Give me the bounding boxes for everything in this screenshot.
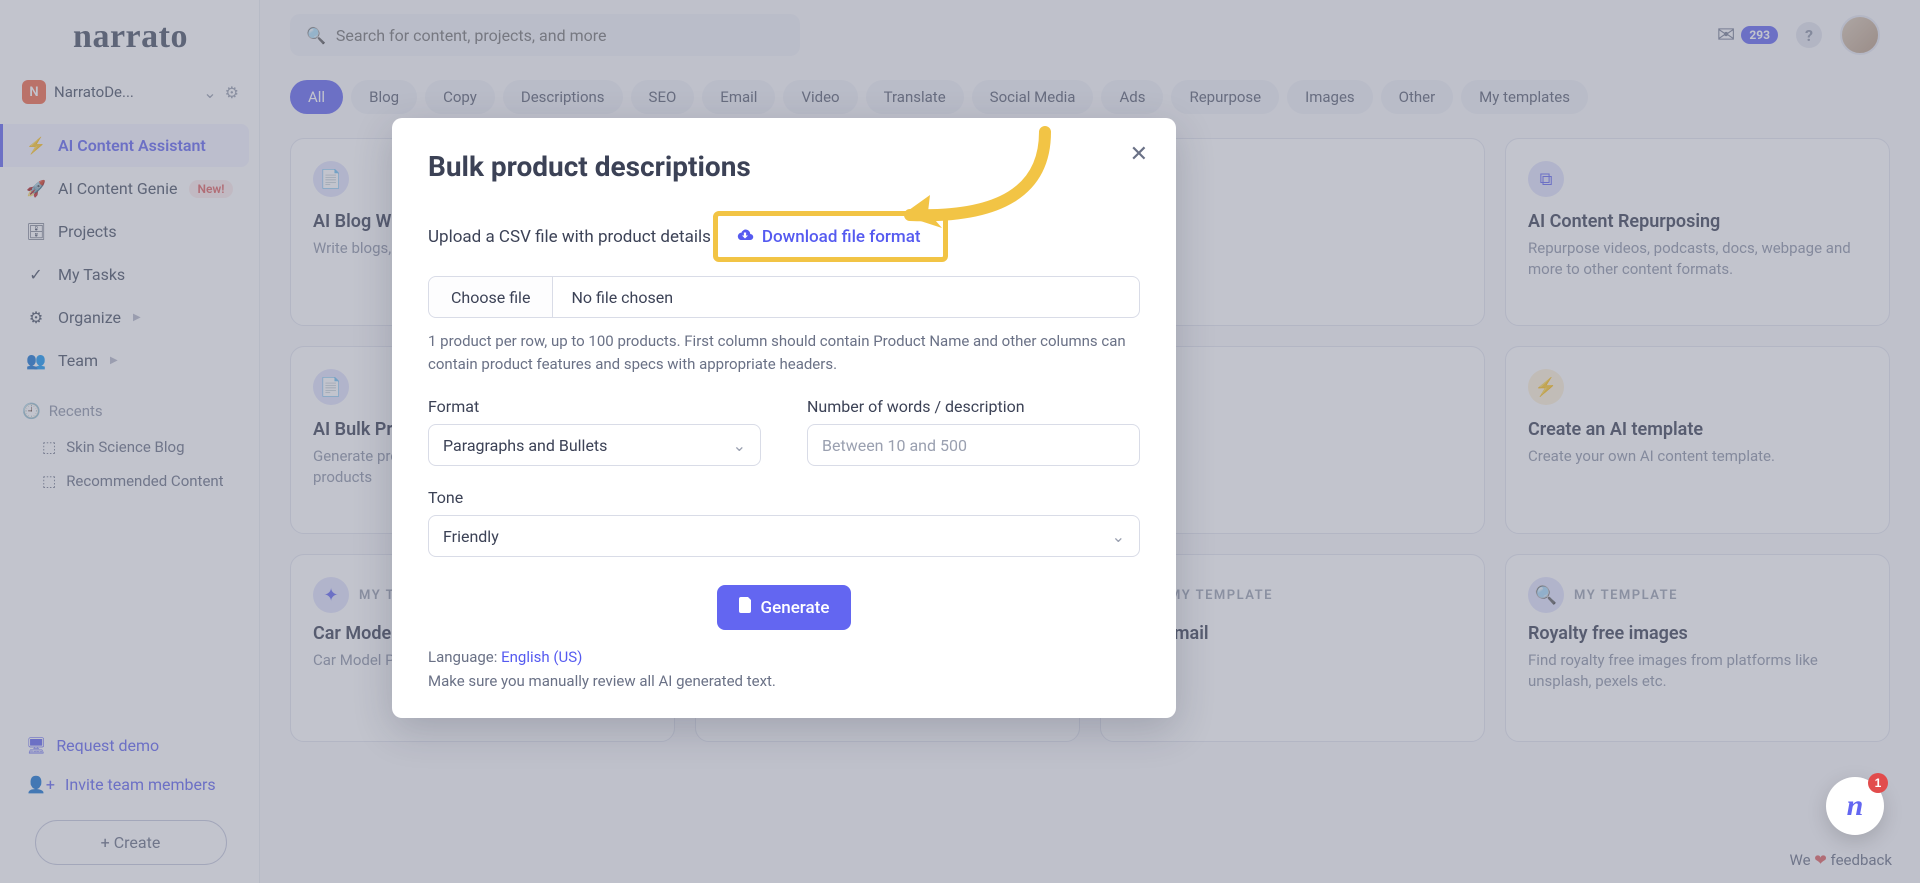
bulk-product-descriptions-modal: ✕ Bulk product descriptions Upload a CSV… xyxy=(392,118,1176,718)
chevron-down-icon: ⌄ xyxy=(733,436,746,455)
tone-label: Tone xyxy=(428,488,1140,507)
chat-notification-badge: 1 xyxy=(1868,773,1888,793)
choose-file-button[interactable]: Choose file xyxy=(429,277,553,317)
review-note: Make sure you manually review all AI gen… xyxy=(428,672,1140,690)
file-input-row: Choose file No file chosen xyxy=(428,276,1140,318)
chevron-down-icon: ⌄ xyxy=(1112,527,1125,546)
download-file-format-link[interactable]: Download file format xyxy=(726,222,931,251)
generate-button[interactable]: Generate xyxy=(717,585,852,630)
words-label: Number of words / description xyxy=(807,397,1140,416)
format-select[interactable]: Paragraphs and Bullets ⌄ xyxy=(428,424,761,466)
format-value: Paragraphs and Bullets xyxy=(443,436,607,455)
file-icon xyxy=(739,597,753,618)
upload-hint: 1 product per row, up to 100 products. F… xyxy=(428,330,1140,375)
chat-widget-button[interactable]: n 1 xyxy=(1826,777,1884,835)
language-row: Language: English (US) xyxy=(428,648,1140,666)
generate-label: Generate xyxy=(761,598,830,618)
cloud-download-icon xyxy=(736,226,754,247)
language-link[interactable]: English (US) xyxy=(501,648,582,666)
upload-label: Upload a CSV file with product details xyxy=(428,227,711,247)
words-input[interactable] xyxy=(807,424,1140,466)
download-link-label: Download file format xyxy=(762,227,921,247)
file-status-label: No file chosen xyxy=(553,277,691,317)
annotation-highlight: Download file format xyxy=(713,211,948,262)
tone-select[interactable]: Friendly ⌄ xyxy=(428,515,1140,557)
close-modal-button[interactable]: ✕ xyxy=(1130,142,1148,167)
tone-value: Friendly xyxy=(443,527,499,546)
modal-title: Bulk product descriptions xyxy=(428,150,1140,183)
format-label: Format xyxy=(428,397,761,416)
